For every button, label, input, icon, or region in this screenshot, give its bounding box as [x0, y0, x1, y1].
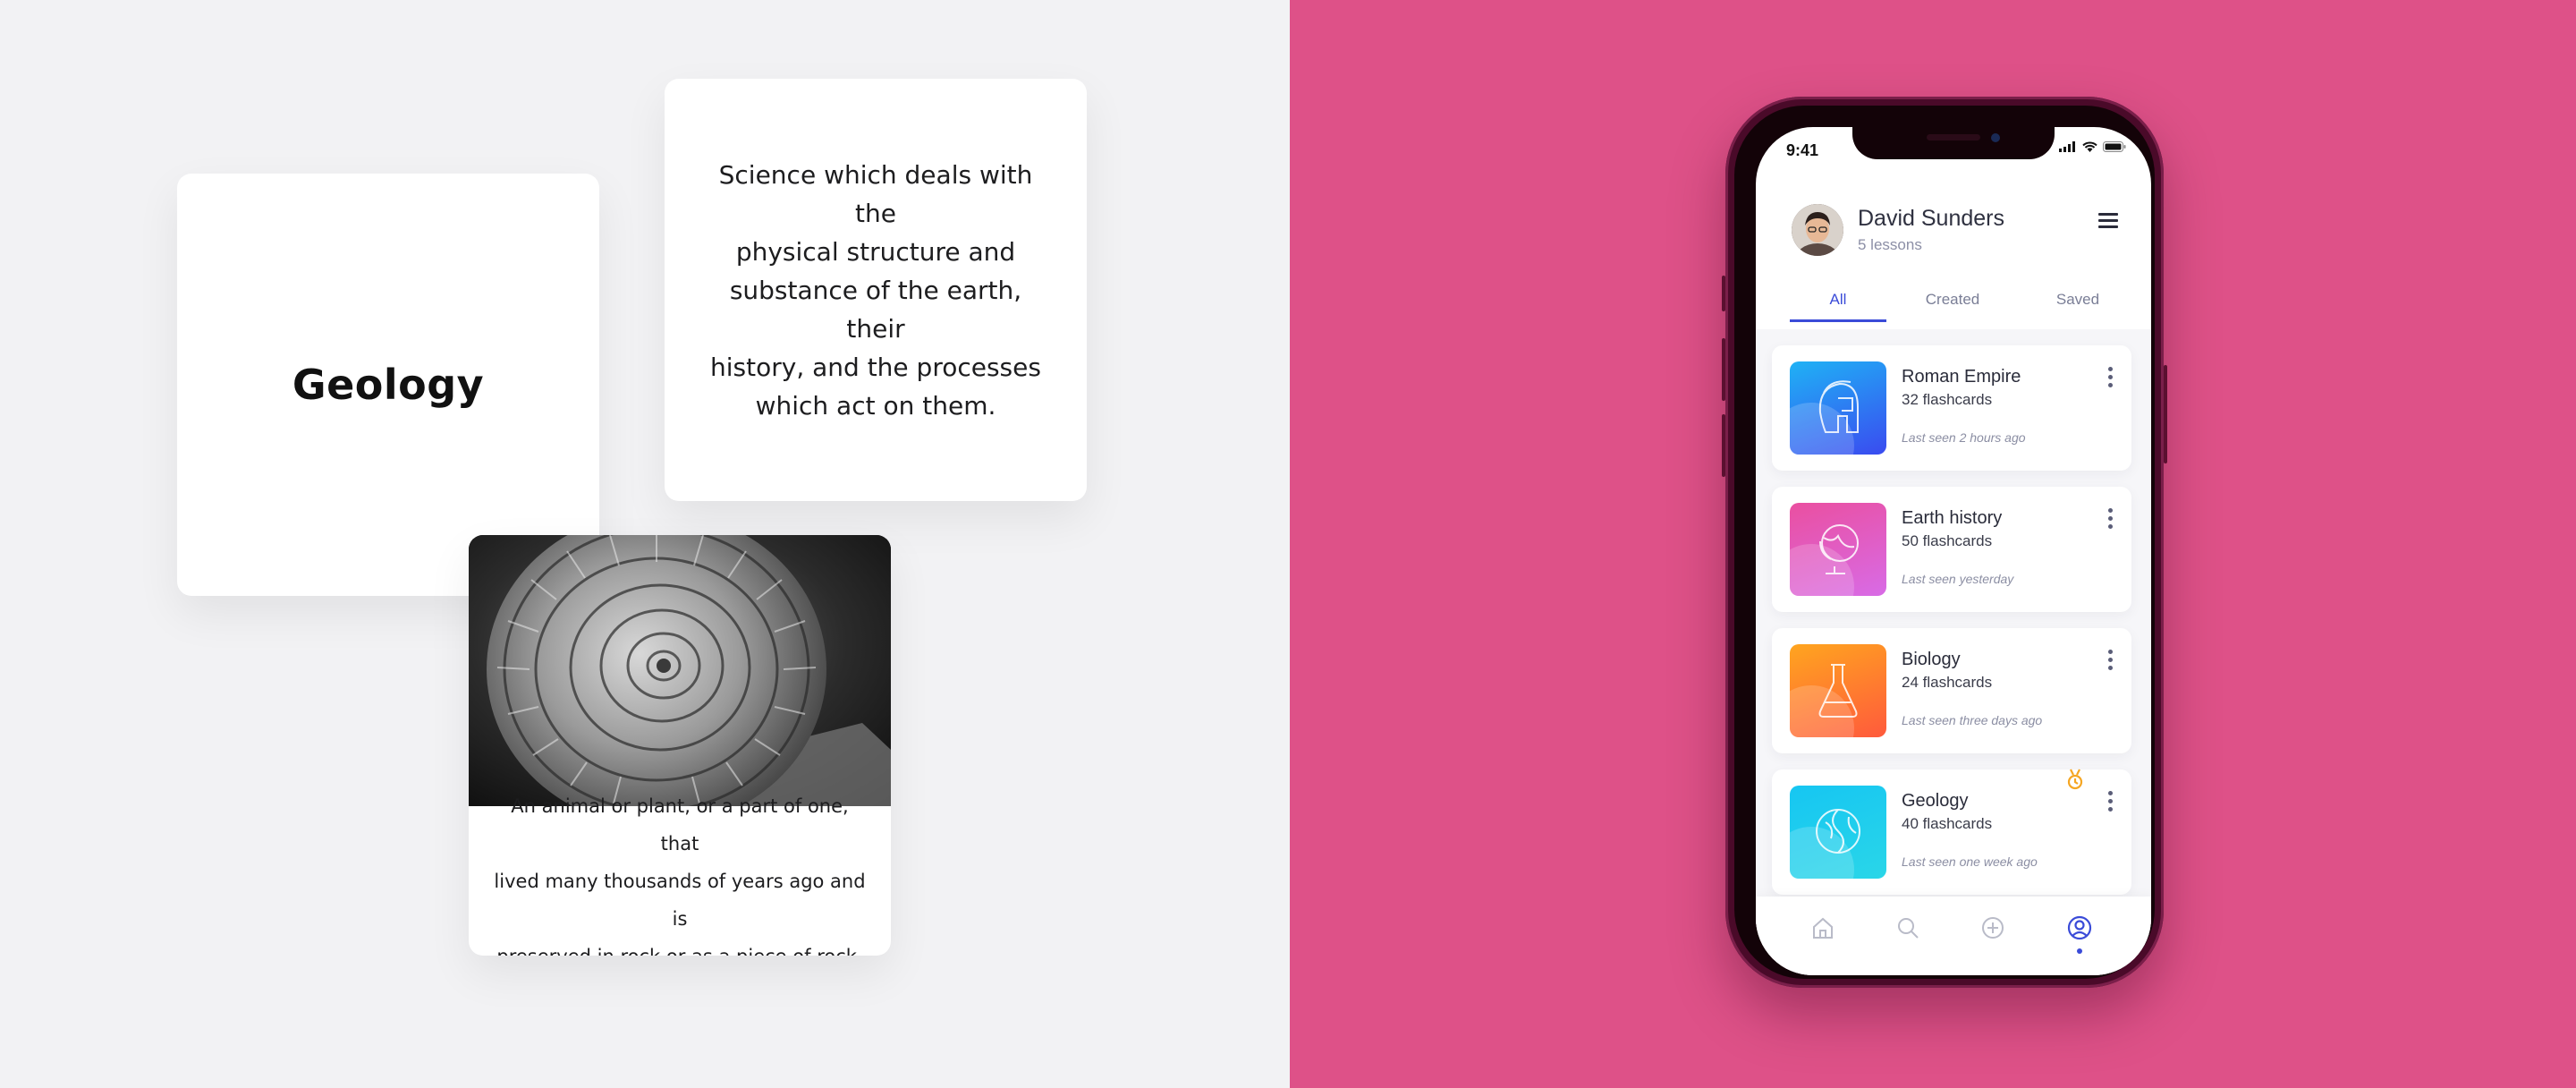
- deck-card[interactable]: Geology 40 flashcards Last seen one week…: [1772, 769, 2131, 895]
- lesson-count: 5 lessons: [1858, 236, 1922, 253]
- add-icon[interactable]: [1979, 914, 2006, 941]
- profile-icon[interactable]: [2066, 914, 2093, 941]
- deck-thumbnail: [1790, 503, 1886, 596]
- signal-icon: [2059, 141, 2075, 152]
- helmet-icon: [1818, 380, 1859, 433]
- power-button: [2164, 365, 2167, 463]
- definition-line: which act on them.: [755, 390, 996, 421]
- battery-icon: [2103, 141, 2126, 152]
- caption-line: preserved in rock or as a piece of rock.: [490, 938, 869, 956]
- wifi-icon: [2082, 141, 2097, 152]
- caption-line: lived many thousands of years ago and is: [494, 870, 866, 930]
- more-options-icon[interactable]: [2108, 791, 2114, 815]
- image-card[interactable]: An animal or plant, or a part of one, th…: [469, 535, 891, 956]
- deck-title: Geology: [1902, 791, 1969, 811]
- notch: [1852, 127, 2055, 159]
- deck-title: Biology: [1902, 650, 1961, 669]
- phone-frame: 9:41 David Sunders 5 lessons All Created…: [1722, 97, 2167, 988]
- status-time: 9:41: [1786, 141, 1819, 159]
- deck-list: Roman Empire 32 flashcards Last seen 2 h…: [1756, 329, 2151, 975]
- tab-all[interactable]: All: [1790, 285, 1886, 322]
- globe-icon: [1819, 524, 1859, 574]
- flask-icon: [1818, 664, 1858, 718]
- bottom-nav: [1756, 897, 2151, 975]
- menu-icon[interactable]: [2098, 213, 2118, 232]
- image-caption: An animal or plant, or a part of one, th…: [469, 795, 891, 956]
- phone-bezel: 9:41 David Sunders 5 lessons All Created…: [1734, 106, 2155, 979]
- ammonite-fossil-image: [469, 535, 891, 806]
- tab-saved[interactable]: Saved: [2029, 285, 2126, 322]
- more-options-icon[interactable]: [2108, 367, 2114, 391]
- deck-last-seen: Last seen yesterday: [1902, 572, 2014, 586]
- caption-line: An animal or plant, or a part of one, th…: [511, 795, 849, 854]
- search-icon[interactable]: [1894, 914, 1921, 941]
- user-name: David Sunders: [1858, 206, 2004, 231]
- volume-down-button: [1722, 414, 1725, 477]
- deck-thumbnail: [1790, 361, 1886, 455]
- home-icon[interactable]: [1809, 914, 1836, 941]
- definition-line: substance of the earth, their: [729, 275, 1022, 344]
- deck-title: Earth history: [1902, 508, 2003, 528]
- tab-bar: All Created Saved: [1756, 285, 2151, 322]
- deck-card[interactable]: Biology 24 flashcards Last seen three da…: [1772, 628, 2131, 753]
- definition-text: Science which deals with the physical st…: [700, 156, 1051, 425]
- deck-last-seen: Last seen 2 hours ago: [1902, 430, 2026, 445]
- deck-last-seen: Last seen three days ago: [1902, 713, 2043, 727]
- term-text: Geology: [292, 361, 485, 409]
- flashcard-showcase: Geology Science which deals with the phy…: [0, 0, 1290, 1088]
- phone-showcase: 9:41 David Sunders 5 lessons All Created…: [1290, 0, 2576, 1088]
- definition-card[interactable]: Science which deals with the physical st…: [665, 79, 1087, 501]
- tab-created[interactable]: Created: [1904, 285, 2001, 322]
- definition-line: history, and the processes: [710, 352, 1041, 382]
- medal-icon: [2067, 769, 2083, 790]
- definition-line: Science which deals with the: [718, 159, 1033, 228]
- volume-up-button: [1722, 338, 1725, 401]
- deck-count: 32 flashcards: [1902, 391, 1993, 408]
- deck-count: 50 flashcards: [1902, 532, 1993, 549]
- definition-line: physical structure and: [735, 236, 1016, 267]
- app-screen: 9:41 David Sunders 5 lessons All Created…: [1756, 127, 2151, 975]
- active-nav-indicator: [2077, 948, 2082, 954]
- deck-title: Roman Empire: [1902, 367, 2021, 387]
- more-options-icon[interactable]: [2108, 508, 2114, 532]
- front-camera: [1991, 133, 2000, 142]
- profile-header: David Sunders 5 lessons: [1792, 199, 2131, 261]
- avatar-image: [1792, 204, 1843, 256]
- deck-thumbnail: [1790, 786, 1886, 879]
- deck-thumbnail: [1790, 644, 1886, 737]
- mute-switch: [1722, 276, 1725, 311]
- more-options-icon[interactable]: [2108, 650, 2114, 674]
- deck-card[interactable]: Roman Empire 32 flashcards Last seen 2 h…: [1772, 345, 2131, 471]
- deck-count: 40 flashcards: [1902, 815, 1993, 832]
- term-card[interactable]: Geology: [177, 174, 599, 596]
- speaker: [1927, 134, 1980, 140]
- deck-card[interactable]: Earth history 50 flashcards Last seen ye…: [1772, 487, 2131, 612]
- deck-count: 24 flashcards: [1902, 674, 1993, 691]
- globe-wire-icon: [1816, 809, 1860, 854]
- avatar[interactable]: [1792, 204, 1843, 256]
- status-icons: [2059, 141, 2126, 152]
- deck-last-seen: Last seen one week ago: [1902, 854, 2038, 869]
